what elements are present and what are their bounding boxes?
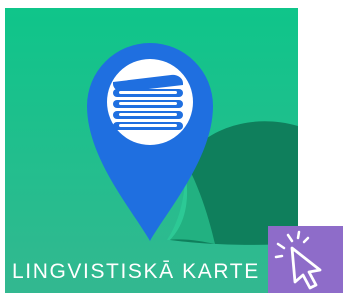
cursor-badge[interactable] xyxy=(268,226,343,293)
app-title: LINGVISTISKĀ KARTE xyxy=(12,260,260,283)
app-icon-artwork xyxy=(5,8,298,293)
pointer-click-icon xyxy=(274,230,322,290)
screen: LINGVISTISKĀ KARTE xyxy=(0,0,343,293)
app-icon[interactable] xyxy=(5,8,298,293)
